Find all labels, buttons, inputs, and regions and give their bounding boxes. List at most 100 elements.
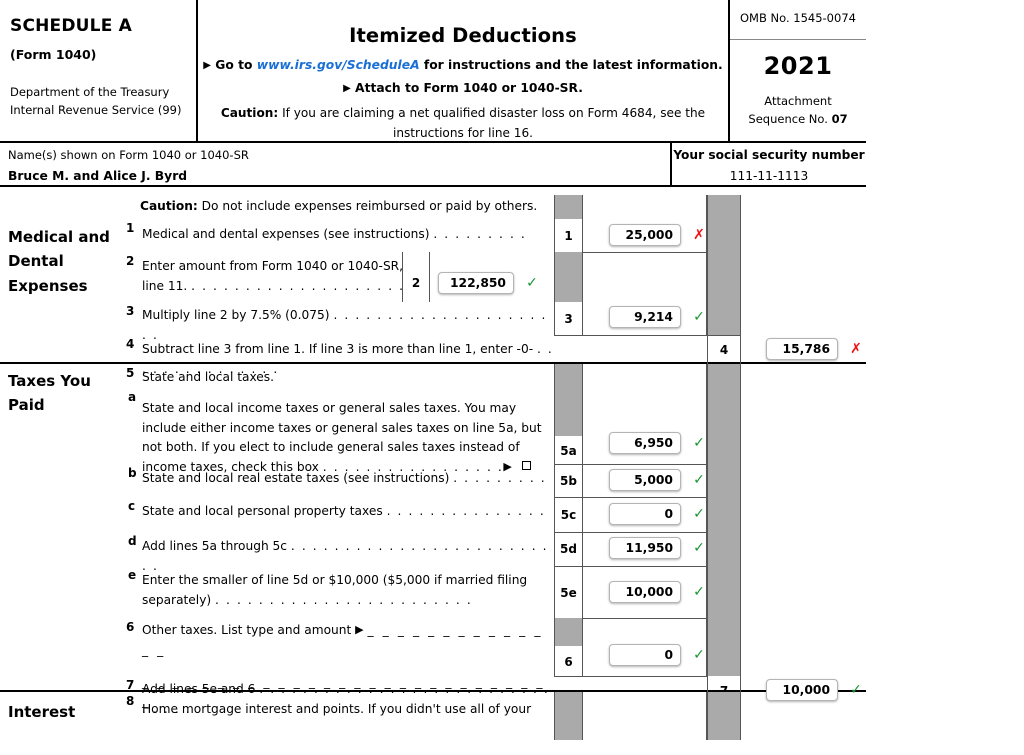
line-5e-amount-cell: 10,000 ✓: [583, 566, 707, 618]
section-medical-dental: Medical and Dental Expenses Caution: Do …: [0, 187, 866, 376]
sequence-number: 07: [831, 112, 848, 127]
irs-link[interactable]: www.irs.gov/ScheduleA: [257, 58, 420, 72]
amount-cell-empty: [583, 692, 707, 740]
line-5d-number: 5d: [554, 532, 583, 566]
line-5c-number: 5c: [554, 497, 583, 532]
line-5d-amount-cell: 11,950 ✓: [583, 532, 707, 566]
shade-cell-2: [707, 464, 741, 497]
amount-cell-empty: [583, 195, 707, 219]
invalid-icon: ✗: [850, 341, 862, 357]
line-1-text-cell: 1 Medical and dental expenses (see instr…: [120, 219, 554, 245]
line-5a-amount-input[interactable]: 6,950: [609, 432, 681, 454]
taxpayer-name-cell: Name(s) shown on Form 1040 or 1040-SR Br…: [0, 143, 672, 185]
line-5-text-cell: 5 State and local taxes. a State and loc…: [120, 364, 554, 478]
goto-prefix: Go to: [215, 58, 253, 72]
arrow-icon: ▶: [355, 623, 364, 636]
line-6-marker: 6: [126, 620, 135, 634]
line-1-marker: 1: [126, 221, 135, 235]
line-4-number: 4: [707, 335, 741, 364]
shade-cell: [554, 195, 583, 219]
line-5-marker: 5: [126, 366, 135, 380]
line-5c-amount-input[interactable]: 0: [609, 503, 681, 525]
line-5e-dots: . . . . . . . . . . . . . . . . . . . . …: [215, 592, 473, 607]
row-line-5d: d Add lines 5a through 5c . . . . . . . …: [0, 532, 866, 573]
line-3-text: Multiply line 2 by 7.5% (0.075): [142, 308, 330, 322]
ssn-label: Your social security number: [673, 148, 865, 162]
agency-block: Department of the Treasury Internal Reve…: [10, 84, 188, 120]
line-5c-amount-cell: 0 ✓: [583, 497, 707, 532]
line-2-dots: . . . . . . . . . . . . . . . . . . . .: [191, 278, 405, 293]
row-line-5c: c State and local personal property taxe…: [0, 497, 866, 532]
caution-line: Caution: Do not include expenses reimbur…: [140, 195, 560, 217]
line-1-amount-cell: 25,000 ✗: [583, 219, 707, 252]
page-title: Itemized Deductions: [349, 24, 577, 47]
attachment-sequence: Attachment Sequence No. 07: [730, 92, 866, 129]
taxpayer-row: Name(s) shown on Form 1040 or 1040-SR Br…: [0, 143, 866, 187]
shade-cell-2: [707, 219, 741, 252]
line-2-amount-input[interactable]: 122,850: [438, 272, 514, 294]
attach-instruction: ▶ Attach to Form 1040 or 1040-SR.: [198, 81, 728, 95]
invalid-icon: ✗: [693, 227, 705, 243]
row-line-5e: e Enter the smaller of line 5d or $10,00…: [0, 566, 866, 618]
line-4-amount-input[interactable]: 15,786: [766, 338, 838, 360]
ssn-value[interactable]: 111-11-1113: [672, 169, 866, 183]
row-line-2: 2 Enter amount from Form 1040 or 1040-SR…: [0, 252, 866, 302]
goto-instruction: ▶ Go to www.irs.gov/ScheduleA for instru…: [198, 58, 728, 72]
name-label: Name(s) shown on Form 1040 or 1040-SR: [8, 148, 249, 162]
line-1-amount-input[interactable]: 25,000: [609, 224, 681, 246]
line-3-amount-input[interactable]: 9,214: [609, 306, 681, 328]
line-5e-amount-input[interactable]: 10,000: [609, 581, 681, 603]
valid-icon: ✓: [693, 472, 705, 488]
shade-cell-2: [707, 566, 741, 618]
line-5c-marker: c: [128, 499, 136, 513]
line-8-text: Home mortgage interest and points. If yo…: [142, 702, 532, 716]
line-5b-text: State and local real estate taxes (see i…: [142, 471, 450, 485]
schedule-title: SCHEDULE A: [10, 16, 132, 36]
form-subtitle: (Form 1040): [10, 47, 97, 62]
line-6-amount-cell: 0 ✓: [583, 618, 707, 676]
caution-text: Do not include expenses reimbursed or pa…: [201, 199, 538, 213]
line-2-text-cell: 2 Enter amount from Form 1040 or 1040-SR…: [120, 252, 410, 297]
row-line-5: 5 State and local taxes. a State and loc…: [0, 364, 866, 474]
caution-label: Caution:: [220, 106, 279, 120]
line-5b-amount-input[interactable]: 5,000: [609, 469, 681, 491]
row-line-1: 1 Medical and dental expenses (see instr…: [0, 219, 866, 252]
shade-cell: [554, 692, 583, 740]
line-1-number: 1: [554, 219, 583, 252]
tax-year-block: 2021 Attachment Sequence No. 07: [730, 40, 866, 129]
line-5e-marker: e: [128, 568, 137, 582]
line-5a-marker: a: [128, 389, 137, 404]
valid-icon: ✓: [693, 506, 705, 522]
arrow-icon: ▶: [343, 83, 351, 94]
line-1-dots: . . . . . . . . .: [433, 227, 527, 241]
line-5b-number: 5b: [554, 464, 583, 497]
line-6-amount-input[interactable]: 0: [609, 644, 681, 666]
line-3-number: 3: [554, 302, 583, 335]
line-5b-dots: . . . . . . . . .: [453, 471, 547, 485]
row-line-5b: b State and local real estate taxes (see…: [0, 464, 866, 497]
attachment-label: Attachment: [764, 94, 832, 108]
shade-cell-2: [707, 252, 741, 302]
valid-icon: ✓: [526, 275, 538, 291]
line-5d-amount-input[interactable]: 11,950: [609, 537, 681, 559]
agency-line-2: Internal Revenue Service (99): [10, 102, 182, 117]
line-3-marker: 3: [126, 304, 135, 318]
line-5b-marker: b: [128, 466, 137, 480]
ssn-cell: Your social security number 111-11-1113: [672, 143, 866, 185]
valid-icon: ✓: [693, 540, 705, 556]
valid-icon: ✓: [693, 435, 705, 451]
line-5b-amount-cell: 5,000 ✓: [583, 464, 707, 497]
goto-suffix: for instructions and the latest informat…: [423, 58, 723, 72]
valid-icon: ✓: [693, 584, 705, 600]
caution-text: If you are claiming a net qualified disa…: [282, 106, 706, 140]
line-4-marker: 4: [126, 337, 135, 351]
line-4-text: Subtract line 3 from line 1. If line 3 i…: [142, 342, 534, 356]
line-5d-marker: d: [128, 534, 137, 548]
agency-line-1: Department of the Treasury: [10, 85, 170, 99]
form-body: Medical and Dental Expenses Caution: Do …: [0, 187, 866, 740]
line-3-amount-cell: 9,214 ✓: [583, 302, 707, 335]
row-line-8: 8 Home mortgage interest and points. If …: [0, 692, 866, 740]
line-5c-dots: . . . . . . . . . . . . . . .: [386, 504, 546, 518]
shade-cell-2: [707, 497, 741, 532]
name-value[interactable]: Bruce M. and Alice J. Byrd: [8, 169, 670, 183]
